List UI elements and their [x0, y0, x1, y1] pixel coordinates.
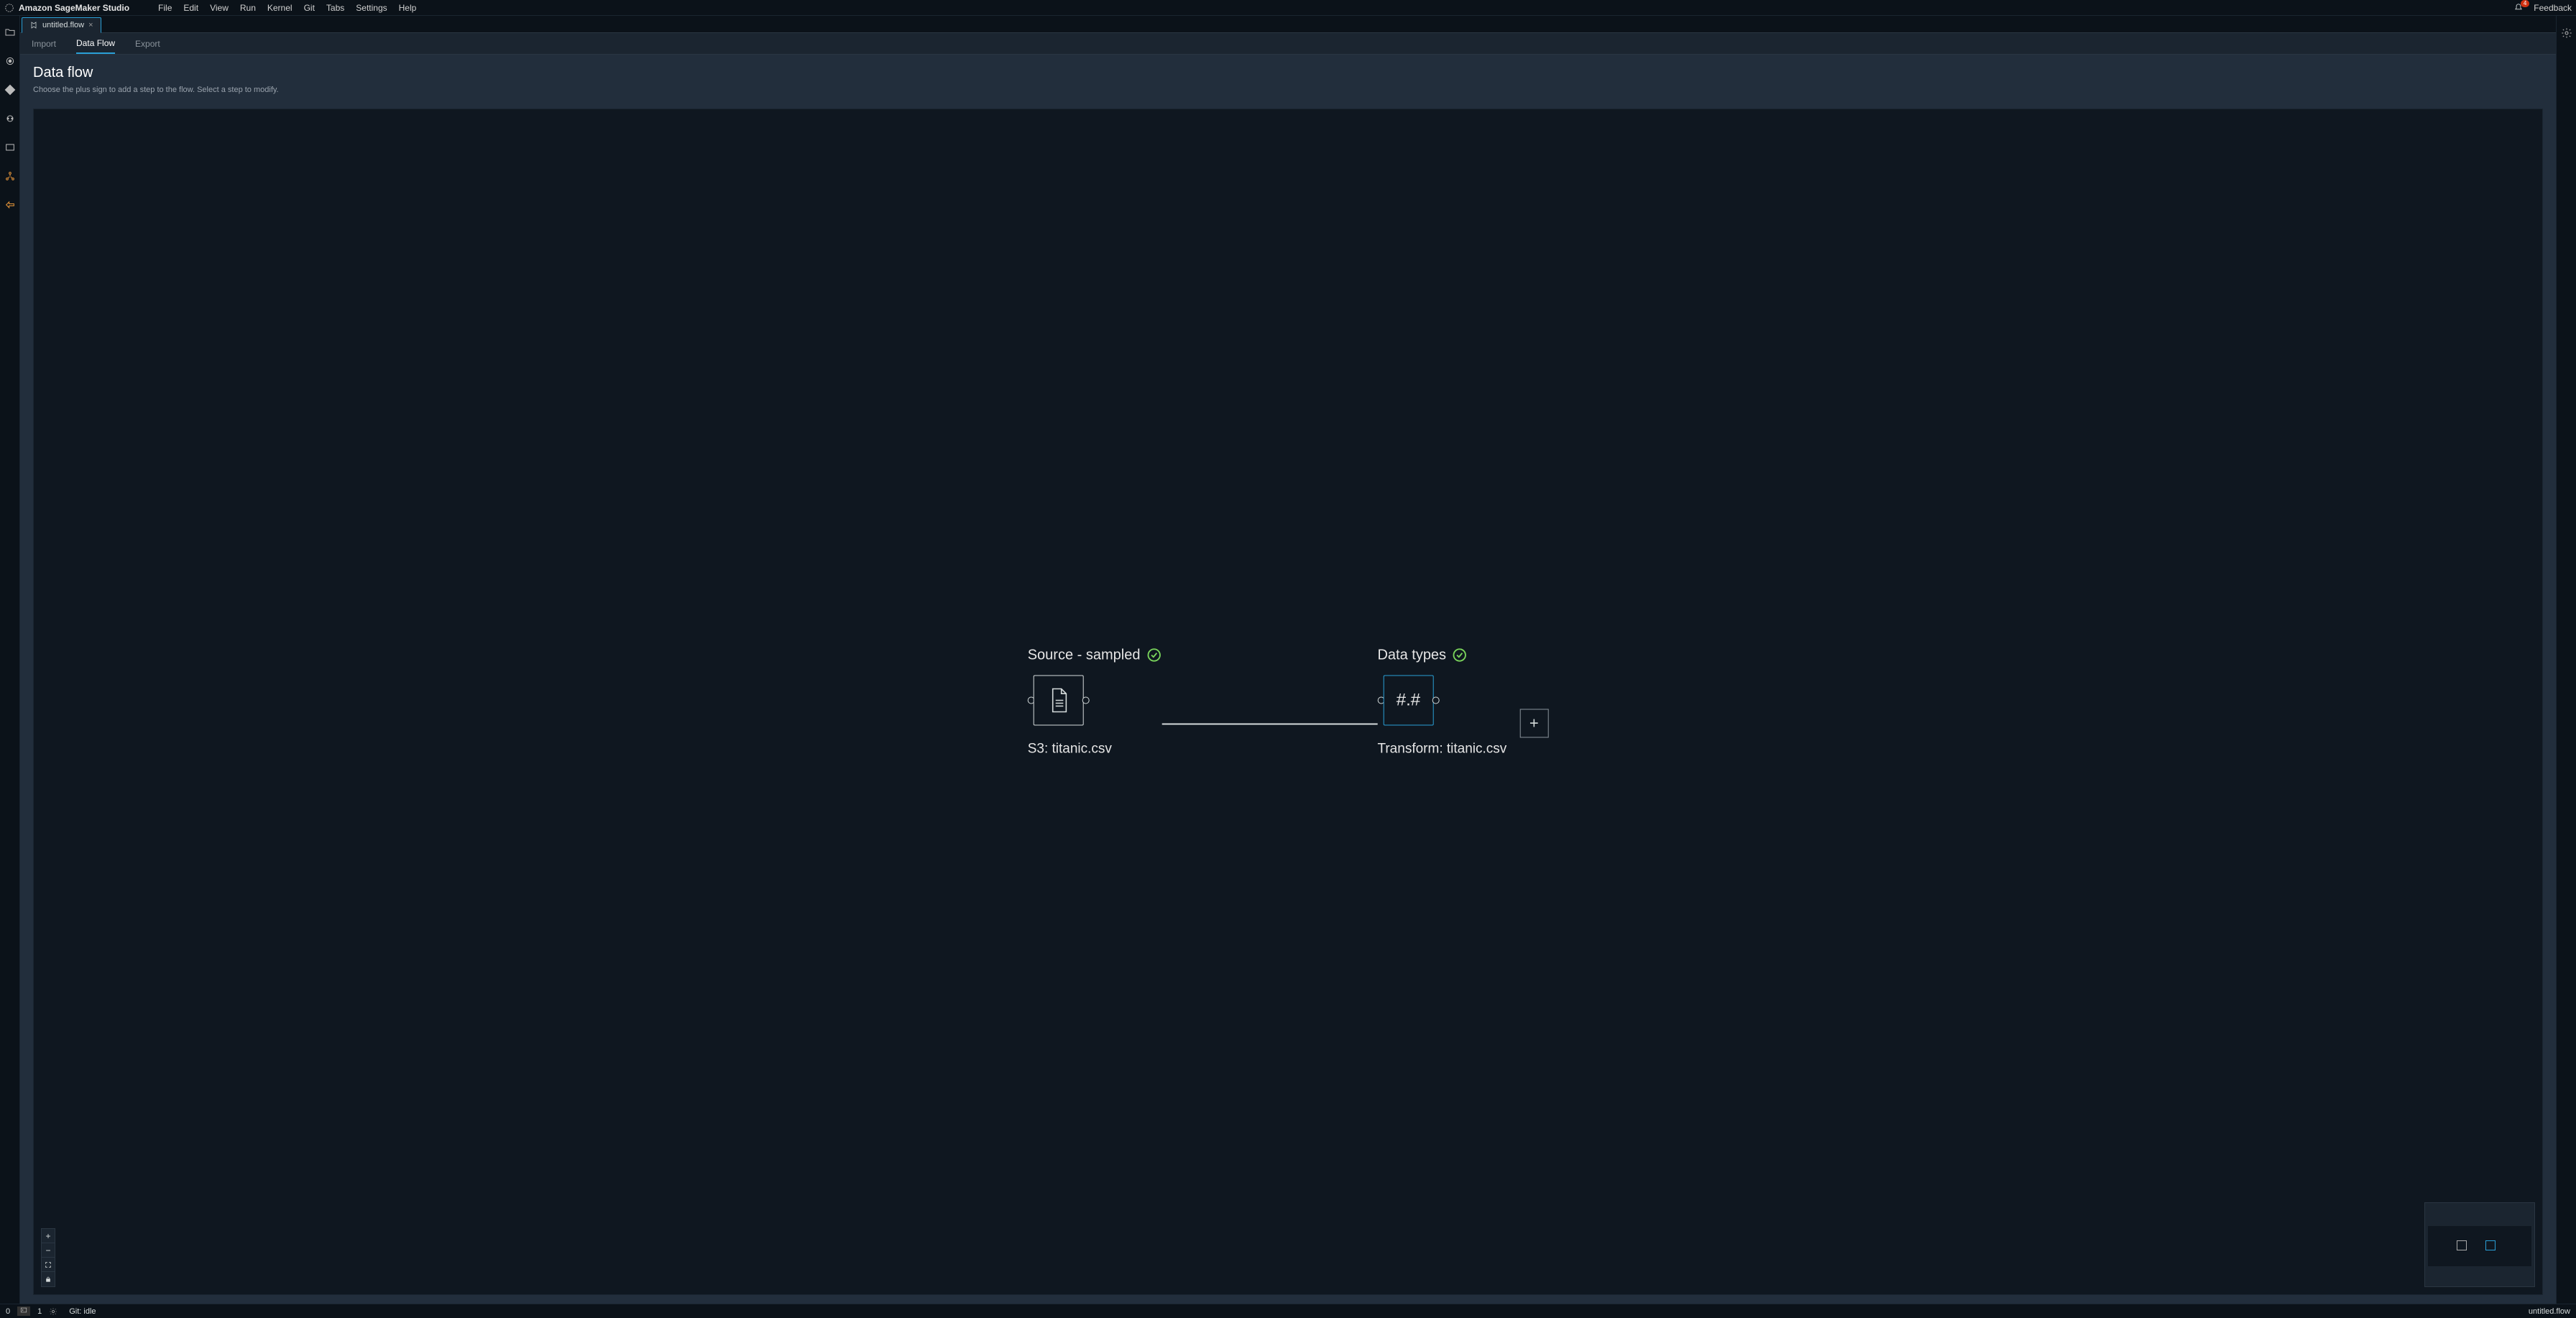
- open-tabs-icon[interactable]: [4, 141, 17, 154]
- canvas-wrapper: Source - sampled: [20, 100, 2556, 1304]
- menu-settings[interactable]: Settings: [356, 3, 387, 13]
- menu-help[interactable]: Help: [399, 3, 417, 13]
- editor-tabbar: untitled.flow ×: [20, 16, 2556, 33]
- flow-graph: Source - sampled: [1028, 647, 1549, 757]
- node-source[interactable]: Source - sampled: [1028, 647, 1162, 757]
- terminal-icon: [20, 1307, 27, 1314]
- tab-label: untitled.flow: [42, 21, 84, 29]
- node-transform-output-port[interactable]: [1432, 696, 1439, 704]
- status-kernel-count[interactable]: 1: [37, 1307, 42, 1316]
- connector-wrap: [1162, 679, 1377, 725]
- node-transform[interactable]: Data types #.# Transform:: [1377, 647, 1506, 757]
- git-icon[interactable]: [4, 83, 17, 96]
- lock-icon: [45, 1276, 52, 1283]
- components-icon[interactable]: [4, 170, 17, 183]
- menu-items: File Edit View Run Kernel Git Tabs Setti…: [158, 3, 416, 13]
- subtab-import[interactable]: Import: [32, 34, 56, 53]
- node-source-box[interactable]: [1034, 675, 1084, 725]
- menu-tabs[interactable]: Tabs: [326, 3, 344, 13]
- subtab-dataflow[interactable]: Data Flow: [76, 34, 115, 54]
- right-settings-rail: [2556, 16, 2576, 1304]
- status-settings-button[interactable]: [49, 1307, 58, 1316]
- document-icon: [1047, 686, 1070, 714]
- menu-git[interactable]: Git: [304, 3, 315, 13]
- zoom-lock-button[interactable]: [42, 1272, 55, 1286]
- minimap-node-transform: [2485, 1240, 2496, 1250]
- menu-kernel[interactable]: Kernel: [267, 3, 293, 13]
- zoom-out-button[interactable]: −: [42, 1243, 55, 1258]
- node-transform-subtitle: Transform: titanic.csv: [1377, 741, 1506, 757]
- endpoints-icon[interactable]: [4, 198, 17, 211]
- check-circle-icon: [1146, 648, 1162, 663]
- expand-icon: [45, 1261, 52, 1268]
- zoom-controls: + −: [41, 1228, 55, 1287]
- subtab-export[interactable]: Export: [135, 34, 160, 53]
- file-browser-icon[interactable]: [4, 26, 17, 39]
- commands-icon[interactable]: [4, 112, 17, 125]
- notifications-badge: 4: [2521, 0, 2529, 7]
- node-source-subtitle: S3: titanic.csv: [1028, 741, 1112, 757]
- app-title: Amazon SageMaker Studio: [19, 3, 129, 13]
- gear-icon: [49, 1307, 58, 1316]
- menu-edit[interactable]: Edit: [183, 3, 198, 13]
- zoom-in-button[interactable]: +: [42, 1229, 55, 1243]
- main-content: untitled.flow × Import Data Flow Export …: [20, 16, 2556, 1304]
- page-title: Data flow: [33, 65, 2543, 81]
- flow-file-icon: [29, 21, 38, 29]
- flow-canvas[interactable]: Source - sampled: [33, 109, 2543, 1295]
- plus-icon: +: [1530, 714, 1539, 733]
- menu-file[interactable]: File: [158, 3, 172, 13]
- gear-icon: [2561, 27, 2572, 39]
- zoom-fit-button[interactable]: [42, 1258, 55, 1272]
- add-step-button[interactable]: +: [1519, 709, 1548, 738]
- node-transform-box[interactable]: #.#: [1383, 675, 1433, 725]
- minimap-node-source: [2457, 1240, 2467, 1250]
- status-git[interactable]: Git: idle: [69, 1307, 96, 1316]
- status-filename: untitled.flow: [2529, 1307, 2570, 1316]
- minimap[interactable]: [2424, 1202, 2535, 1287]
- running-terminals-icon[interactable]: [4, 55, 17, 68]
- edge-source-to-transform: [1162, 724, 1377, 725]
- check-circle-icon: [1452, 648, 1468, 663]
- page-subtitle: Choose the plus sign to add a step to th…: [33, 86, 2543, 94]
- node-transform-title: Data types: [1377, 647, 1446, 663]
- top-menubar: Amazon SageMaker Studio File Edit View R…: [0, 0, 2576, 16]
- page-header: Data flow Choose the plus sign to add a …: [20, 55, 2556, 100]
- menu-run[interactable]: Run: [240, 3, 256, 13]
- node-source-output-port[interactable]: [1082, 696, 1090, 704]
- tab-untitled-flow[interactable]: untitled.flow ×: [22, 17, 101, 33]
- menu-view[interactable]: View: [210, 3, 229, 13]
- status-bar: 0 1 Git: idle untitled.flow: [0, 1304, 2576, 1318]
- flow-subtabs: Import Data Flow Export: [20, 33, 2556, 55]
- app-logo-icon: [4, 3, 14, 13]
- tab-close-button[interactable]: ×: [88, 21, 93, 29]
- feedback-link[interactable]: Feedback: [2534, 3, 2572, 13]
- terminal-indicator[interactable]: [17, 1307, 30, 1316]
- settings-button[interactable]: [2561, 27, 2572, 39]
- notifications-button[interactable]: 4: [2513, 3, 2524, 13]
- minimap-viewport: [2428, 1226, 2531, 1266]
- number-type-icon: #.#: [1397, 690, 1420, 710]
- status-left-count[interactable]: 0: [6, 1307, 10, 1316]
- node-source-title: Source - sampled: [1028, 647, 1141, 663]
- left-activity-bar: [0, 16, 20, 1304]
